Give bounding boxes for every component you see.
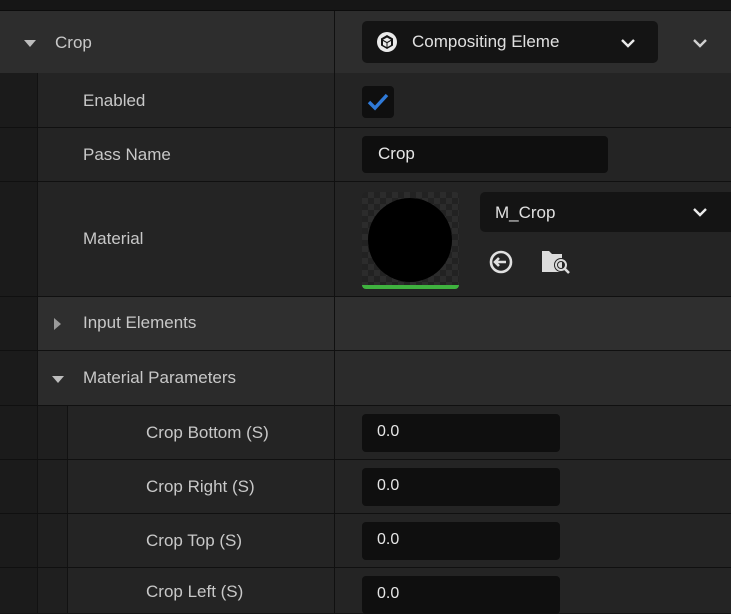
- browse-folder-icon[interactable]: [540, 246, 572, 274]
- checkmark-icon: [367, 93, 389, 111]
- param-value: 0.0: [377, 531, 400, 548]
- param-value: 0.0: [377, 477, 400, 494]
- param-row: Crop Bottom (S) 0.0: [0, 406, 731, 460]
- use-selected-asset-icon[interactable]: [488, 249, 514, 275]
- material-parameters-label: Material Parameters: [83, 368, 237, 387]
- material-asset-name: M_Crop: [495, 203, 556, 222]
- category-label: Crop: [55, 33, 92, 52]
- pass-name-label: Pass Name: [83, 145, 171, 164]
- expand-arrow-icon[interactable]: [24, 40, 36, 47]
- param-value-input[interactable]: 0.0: [362, 414, 560, 452]
- pass-name-value: Crop: [378, 144, 415, 163]
- material-preview-sphere: [368, 198, 452, 282]
- param-label: Crop Left (S): [146, 582, 244, 601]
- material-row: Material M_Crop: [0, 182, 731, 297]
- param-value-input[interactable]: 0.0: [362, 522, 560, 560]
- expand-arrow-icon[interactable]: [52, 376, 64, 383]
- param-row: Crop Right (S) 0.0: [0, 460, 731, 514]
- input-elements-label: Input Elements: [83, 313, 197, 332]
- param-value-input[interactable]: 0.0: [362, 468, 560, 506]
- param-label: Crop Bottom (S): [146, 423, 269, 442]
- material-asset-underline: [362, 285, 459, 289]
- class-dropdown[interactable]: Compositing Eleme: [362, 21, 658, 63]
- param-value-input[interactable]: 0.0: [362, 576, 560, 614]
- details-panel: Crop Compositing Eleme Enabled Pass Name…: [0, 0, 731, 614]
- material-asset-dropdown[interactable]: M_Crop: [480, 192, 731, 232]
- material-label: Material: [83, 229, 144, 248]
- enabled-checkbox[interactable]: [362, 86, 394, 118]
- pass-name-input[interactable]: Crop: [362, 136, 608, 173]
- param-row: Crop Top (S) 0.0: [0, 514, 731, 568]
- param-row: Crop Left (S) 0.0: [0, 568, 731, 614]
- class-dropdown-label: Compositing Eleme: [412, 32, 560, 51]
- chevron-down-icon: [693, 208, 707, 217]
- pass-name-row: Pass Name Crop: [0, 128, 731, 182]
- chevron-down-icon: [621, 39, 635, 48]
- cube-icon: [377, 32, 397, 52]
- material-thumbnail[interactable]: [362, 192, 459, 289]
- param-label: Crop Top (S): [146, 531, 243, 550]
- param-label: Crop Right (S): [146, 477, 255, 496]
- material-parameters-row[interactable]: Material Parameters: [0, 351, 731, 406]
- input-elements-row[interactable]: Input Elements: [0, 297, 731, 351]
- param-value: 0.0: [377, 585, 400, 602]
- param-value: 0.0: [377, 423, 400, 440]
- collapse-arrow-icon[interactable]: [54, 318, 61, 330]
- options-chevron-icon[interactable]: [692, 38, 708, 48]
- enabled-row: Enabled: [0, 73, 731, 128]
- enabled-label: Enabled: [83, 91, 146, 110]
